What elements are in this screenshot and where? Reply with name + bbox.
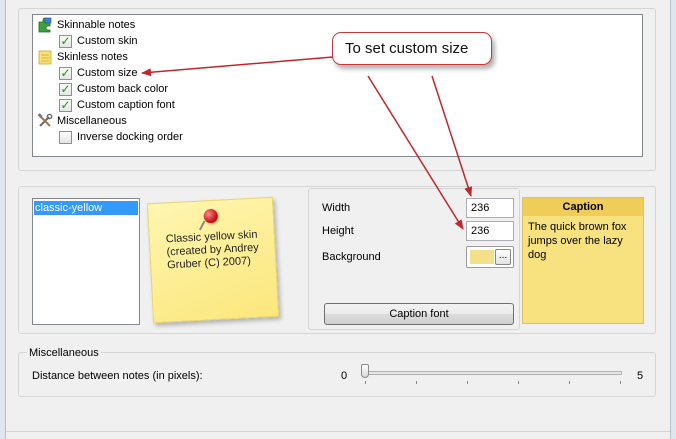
puzzle-icon bbox=[38, 17, 52, 33]
checkmark-icon: ✓ bbox=[60, 98, 71, 112]
background-color-picker[interactable]: ... bbox=[466, 246, 514, 268]
slider-tick bbox=[620, 381, 621, 384]
custom-caption-font-checkbox[interactable]: ✓ bbox=[59, 98, 72, 112]
tree-item-label: Inverse docking order bbox=[77, 131, 183, 143]
distance-slider-track[interactable] bbox=[364, 371, 622, 375]
inverse-docking-checkbox[interactable] bbox=[59, 131, 72, 144]
tree-category-label: Miscellaneous bbox=[57, 115, 127, 127]
slider-tick bbox=[416, 381, 417, 384]
background-color-swatch bbox=[470, 250, 494, 264]
skins-list[interactable]: classic-yellow bbox=[32, 198, 140, 325]
note-preview-body: The quick brown fox jumps over the lazy … bbox=[528, 221, 627, 261]
tools-icon bbox=[37, 113, 53, 127]
slider-tick bbox=[518, 381, 519, 384]
background-label: Background bbox=[322, 251, 381, 263]
dialog-bottom-edge bbox=[6, 431, 670, 439]
caption-font-button[interactable]: Caption font bbox=[324, 303, 514, 325]
distance-slider-thumb[interactable] bbox=[361, 364, 369, 378]
height-label: Height bbox=[322, 225, 354, 237]
pin-needle bbox=[199, 220, 206, 231]
slider-min-label: 0 bbox=[341, 370, 348, 382]
checkmark-icon: ✓ bbox=[60, 66, 71, 80]
width-label: Width bbox=[322, 202, 351, 214]
custom-size-checkbox[interactable]: ✓ bbox=[59, 66, 72, 80]
tree-item-label: Custom back color bbox=[77, 83, 169, 95]
width-input[interactable] bbox=[466, 198, 514, 218]
window-border-left bbox=[0, 0, 6, 439]
slider-tick bbox=[467, 381, 468, 384]
slider-tick bbox=[569, 381, 570, 384]
tree-category-label: Skinless notes bbox=[57, 51, 128, 63]
skin-description: Classic yellow skin (created by Andrey G… bbox=[165, 228, 260, 272]
note-preview-caption: Caption bbox=[523, 198, 643, 216]
window-border-right bbox=[670, 0, 676, 439]
custom-skin-checkbox[interactable]: ✓ bbox=[59, 34, 72, 48]
note-preview: Caption The quick brown fox jumps over t… bbox=[522, 197, 644, 324]
annotation-callout: To set custom size bbox=[332, 32, 492, 65]
skin-list-item-selected[interactable]: classic-yellow bbox=[34, 201, 138, 215]
tree-item-label: Custom size bbox=[77, 67, 138, 79]
color-dialog-button[interactable]: ... bbox=[495, 249, 511, 265]
tree-category-label: Skinnable notes bbox=[57, 19, 136, 31]
checkmark-icon: ✓ bbox=[60, 82, 71, 96]
push-pin-icon bbox=[203, 208, 219, 224]
slider-tick bbox=[365, 381, 366, 384]
misc-group-title: Miscellaneous bbox=[27, 347, 101, 359]
checkmark-icon: ✓ bbox=[60, 34, 71, 48]
skin-preview-sticky-note: Classic yellow skin (created by Andrey G… bbox=[146, 196, 280, 324]
tree-item-label: Custom skin bbox=[77, 35, 138, 47]
tree-item-label: Custom caption font bbox=[77, 99, 175, 111]
custom-back-color-checkbox[interactable]: ✓ bbox=[59, 82, 72, 96]
height-input[interactable] bbox=[466, 221, 514, 241]
slider-max-label: 5 bbox=[637, 370, 644, 382]
notepad-icon bbox=[38, 50, 52, 65]
distance-label: Distance between notes (in pixels): bbox=[32, 370, 203, 382]
